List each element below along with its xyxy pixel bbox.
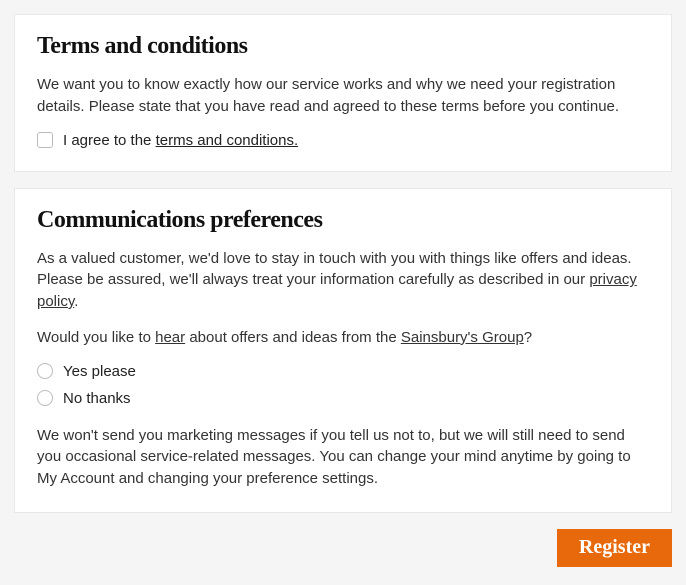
radio-yes[interactable] <box>37 363 53 379</box>
comms-intro: As a valued customer, we'd love to stay … <box>37 248 649 313</box>
comms-question-mid: about offers and ideas from the <box>185 329 401 346</box>
terms-checkbox-prefix: I agree to the <box>63 132 156 149</box>
terms-checkbox-label: I agree to the terms and conditions. <box>63 132 298 149</box>
comms-intro-suffix: . <box>74 293 78 310</box>
comms-question: Would you like to hear about offers and … <box>37 327 649 349</box>
comms-intro-prefix: As a valued customer, we'd love to stay … <box>37 250 632 289</box>
radio-yes-label: Yes please <box>63 363 136 380</box>
comms-card: Communications preferences As a valued c… <box>14 188 672 513</box>
terms-description: We want you to know exactly how our serv… <box>37 74 649 118</box>
comms-disclaimer: We won't send you marketing messages if … <box>37 425 649 490</box>
sainsburys-group-link[interactable]: Sainsbury's Group <box>401 329 524 346</box>
terms-link[interactable]: terms and conditions. <box>156 132 299 149</box>
terms-heading: Terms and conditions <box>37 33 649 60</box>
terms-checkbox[interactable] <box>37 132 53 148</box>
comms-heading: Communications preferences <box>37 207 649 234</box>
register-button[interactable]: Register <box>557 529 672 567</box>
comms-question-suffix: ? <box>524 329 532 346</box>
footer: Register <box>14 529 672 567</box>
radio-no-row[interactable]: No thanks <box>37 390 649 407</box>
terms-checkbox-row[interactable]: I agree to the terms and conditions. <box>37 132 649 149</box>
radio-yes-row[interactable]: Yes please <box>37 363 649 380</box>
radio-no-label: No thanks <box>63 390 131 407</box>
terms-card: Terms and conditions We want you to know… <box>14 14 672 172</box>
comms-question-prefix: Would you like to <box>37 329 155 346</box>
radio-no[interactable] <box>37 390 53 406</box>
hear-link[interactable]: hear <box>155 329 185 346</box>
